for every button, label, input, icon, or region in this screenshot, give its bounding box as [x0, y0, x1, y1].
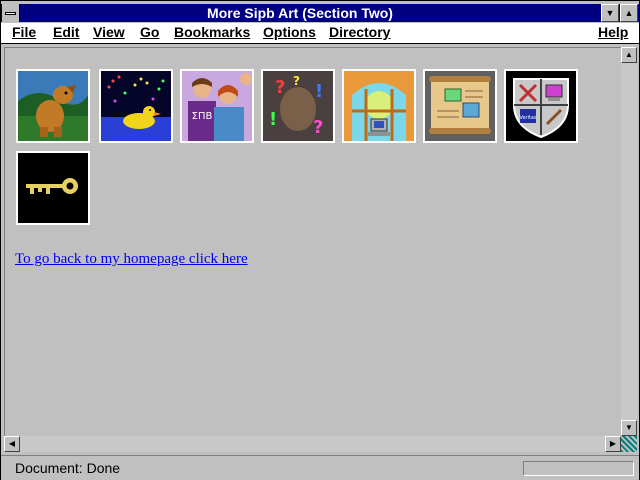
svg-text:?: ? [313, 117, 323, 138]
svg-text:!: ! [315, 81, 323, 102]
image-link-shield[interactable]: Veritas [504, 69, 578, 143]
menu-options[interactable]: Options [263, 24, 316, 40]
blueprint-scroll-icon [425, 71, 495, 141]
window-title: More Sipb Art (Section Two) [207, 5, 393, 21]
image-link-key[interactable] [16, 151, 90, 225]
status-text: Document: Done [15, 460, 121, 476]
status-bar: Document: Done [1, 455, 639, 480]
key-icon [18, 153, 88, 223]
scroll-left-button[interactable]: ◀ [4, 436, 20, 452]
title-bar: More Sipb Art (Section Two) ▼ ▲ [1, 4, 639, 22]
svg-text:?: ? [275, 77, 285, 98]
vertical-scroll-track[interactable] [621, 63, 637, 420]
duck-fireworks-icon [101, 71, 171, 141]
image-link-dog[interactable] [16, 69, 90, 143]
vertical-scrollbar[interactable]: ▲ ▼ [621, 47, 637, 436]
shield-crest-icon: Veritas [506, 71, 576, 141]
image-link-questions[interactable]: ? ! ! ? ? [261, 69, 335, 143]
svg-text:?: ? [293, 74, 300, 88]
sigma-shirt-people-icon: ΣΠΒ [182, 71, 252, 141]
menu-go[interactable]: Go [140, 24, 159, 40]
svg-text:!: ! [269, 109, 277, 130]
scroll-up-button[interactable]: ▲ [621, 47, 637, 63]
scroll-right-button[interactable]: ▶ [605, 436, 621, 452]
horizontal-scrollbar[interactable]: ◀ ▶ [4, 436, 621, 452]
size-grip[interactable] [621, 436, 637, 452]
scroll-down-button[interactable]: ▼ [621, 420, 637, 436]
window-computer-icon [344, 71, 414, 141]
progress-indicator [523, 461, 634, 476]
dog-icon [18, 71, 88, 141]
horizontal-scroll-track[interactable] [20, 436, 605, 452]
browser-window: More Sipb Art (Section Two) ▼ ▲ File Edi… [0, 0, 640, 480]
svg-text:Veritas: Veritas [519, 115, 537, 121]
menu-directory[interactable]: Directory [329, 24, 390, 40]
menu-bar: File Edit View Go Bookmarks Options Dire… [1, 23, 639, 44]
page-content: ΣΠΒ ? ! ! ? ? Veritas To go back to my h… [4, 47, 621, 436]
svg-text:ΣΠΒ: ΣΠΒ [192, 111, 213, 122]
menu-help[interactable]: Help [598, 24, 628, 40]
maximize-button[interactable]: ▲ [620, 4, 638, 22]
menu-bookmarks[interactable]: Bookmarks [174, 24, 250, 40]
minimize-button[interactable]: ▼ [601, 4, 619, 22]
image-link-scroll[interactable] [423, 69, 497, 143]
image-link-duck[interactable] [99, 69, 173, 143]
menu-file[interactable]: File [12, 24, 36, 40]
image-link-window[interactable] [342, 69, 416, 143]
question-marks-icon: ? ! ! ? ? [263, 71, 333, 141]
homepage-link[interactable]: To go back to my homepage click here [15, 251, 248, 268]
menu-view[interactable]: View [93, 24, 125, 40]
image-link-people[interactable]: ΣΠΒ [180, 69, 254, 143]
menu-edit[interactable]: Edit [53, 24, 79, 40]
